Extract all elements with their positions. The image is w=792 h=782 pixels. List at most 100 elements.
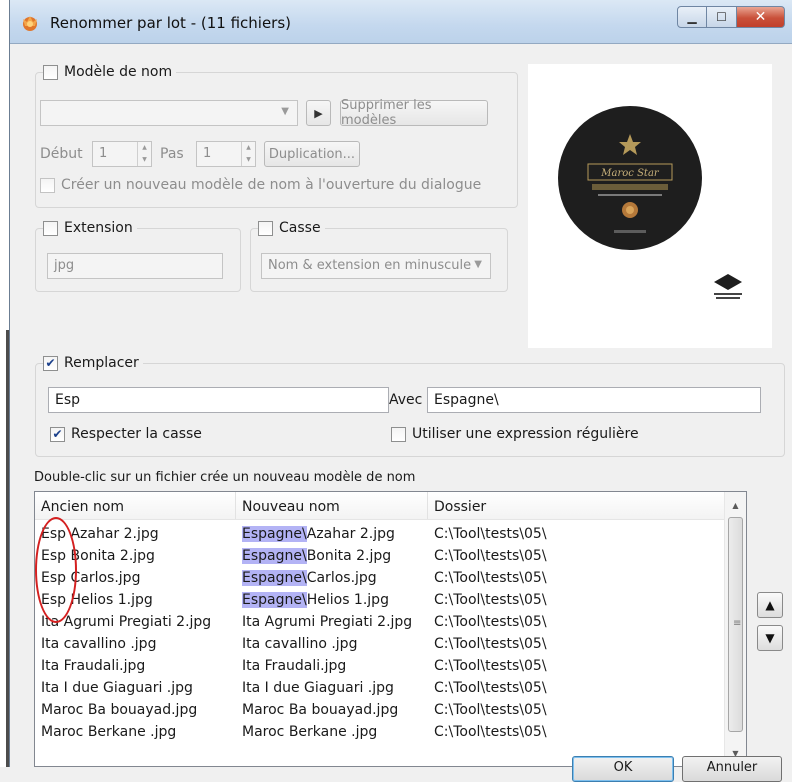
scrollbar-thumb[interactable]: ≡ xyxy=(728,517,743,732)
table-row[interactable]: Ita Fraudali.jpg Ita Fraudali.jpg C:\Tool\… xyxy=(35,655,725,677)
start-input[interactable]: 1 ▲ ▼ xyxy=(92,141,152,167)
folder-cell: C:\Tool\tests\05\ xyxy=(434,702,547,718)
case-toggle[interactable]: Casse xyxy=(258,220,325,236)
extension-checkbox[interactable] xyxy=(43,220,58,236)
match-case-option[interactable]: ✔ Respecter la casse xyxy=(50,426,202,442)
create-template-label: Créer un nouveau modèle de nom à l'ouver… xyxy=(61,177,482,193)
close-icon: ✕ xyxy=(754,9,767,25)
delete-templates-button[interactable]: Supprimer les modèles xyxy=(340,98,488,128)
new-name-cell: Espagne\Bonita 2.jpg xyxy=(236,545,428,567)
replace-input[interactable]: Espagne\ xyxy=(427,387,761,413)
batch-rename-dialog: Renommer par lot - (11 fichiers) ▁ ☐ ✕ M… xyxy=(9,0,792,782)
file-list-scrollbar[interactable]: ▲ ≡ ▼ xyxy=(724,492,746,766)
table-row[interactable]: Ita cavallino .jpg Ita cavallino .jpg C:\T… xyxy=(35,633,725,655)
window-title: Renommer par lot - (11 fichiers) xyxy=(50,14,292,32)
table-row[interactable]: Esp Carlos.jpg Espagne\Carlos.jpg C:\Tool\… xyxy=(35,567,725,589)
folder-cell: C:\Tool\tests\05\ xyxy=(434,724,547,740)
with-label: Avec xyxy=(389,392,423,408)
start-label: Début xyxy=(40,146,83,162)
arrow-down-icon: ▼ xyxy=(765,631,775,645)
folder-cell: C:\Tool\tests\05\ xyxy=(434,680,547,696)
regex-checkbox[interactable] xyxy=(391,426,406,442)
step-spinner[interactable]: ▲ ▼ xyxy=(241,142,255,166)
folder-cell: C:\Tool\tests\05\ xyxy=(434,526,547,542)
move-up-button[interactable]: ▲ xyxy=(757,592,783,618)
case-select[interactable]: Nom & extension en minuscule ▼ xyxy=(261,253,491,279)
title-bar[interactable]: Renommer par lot - (11 fichiers) ▁ ☐ ✕ xyxy=(10,0,792,44)
arrow-up-icon: ▲ xyxy=(765,598,775,612)
close-button[interactable]: ✕ xyxy=(737,6,785,28)
spin-down-icon: ▼ xyxy=(142,156,147,163)
old-name-cell: Maroc Berkane .jpg xyxy=(41,724,177,740)
start-spinner[interactable]: ▲ ▼ xyxy=(137,142,151,166)
preview-logo-text: Maroc Star xyxy=(600,168,660,179)
cancel-button[interactable]: Annuler xyxy=(682,756,782,782)
create-template-checkbox[interactable] xyxy=(40,177,55,193)
column-header-old-name[interactable]: Ancien nom xyxy=(35,492,236,519)
new-name-cell: Ita I due Giaguari .jpg xyxy=(236,677,428,699)
name-template-label: Modèle de nom xyxy=(64,64,173,80)
new-name-text: Maroc Berkane .jpg xyxy=(242,724,378,740)
spin-up-icon: ▲ xyxy=(246,144,251,151)
old-name-cell: Esp Helios 1.jpg xyxy=(41,592,153,608)
template-select[interactable]: ▼ xyxy=(40,100,298,126)
new-name-cell: Ita Agrumi Pregiati 2.jpg xyxy=(236,611,428,633)
maximize-icon: ☐ xyxy=(716,10,727,24)
new-name-text: Ita Agrumi Pregiati 2.jpg xyxy=(242,614,413,630)
old-name-cell: Esp Carlos.jpg xyxy=(41,570,141,586)
table-row[interactable]: Esp Helios 1.jpg Espagne\Helios 1.jpg C:\T… xyxy=(35,589,725,611)
file-list[interactable]: Ancien nom Nouveau nom Dossier Esp Azaha… xyxy=(34,491,747,767)
column-header-new-name[interactable]: Nouveau nom xyxy=(236,492,428,519)
minimize-button[interactable]: ▁ xyxy=(677,6,707,28)
file-list-header: Ancien nom Nouveau nom Dossier xyxy=(35,492,725,520)
table-row[interactable]: Esp Bonita 2.jpg Espagne\Bonita 2.jpg C:\T… xyxy=(35,545,725,567)
preview-image: Maroc Star xyxy=(558,106,742,299)
new-name-text: Helios 1.jpg xyxy=(306,592,389,608)
replaced-text-highlight: Espagne\ xyxy=(242,526,307,542)
image-preview: Maroc Star xyxy=(528,64,772,348)
table-row[interactable]: Esp Azahar 2.jpg Espagne\Azahar 2.jpg C:\T… xyxy=(35,523,725,545)
table-row[interactable]: Maroc Berkane .jpg Maroc Berkane .jpg C:\T… xyxy=(35,721,725,743)
folder-cell: C:\Tool\tests\05\ xyxy=(434,570,547,586)
maximize-button[interactable]: ☐ xyxy=(707,6,737,28)
name-template-toggle[interactable]: Modèle de nom xyxy=(43,64,177,80)
duplication-button[interactable]: Duplication... xyxy=(264,141,360,167)
replace-label: Remplacer xyxy=(64,355,139,371)
ok-button[interactable]: OK xyxy=(572,756,674,782)
replaced-text-highlight: Espagne\ xyxy=(242,548,307,564)
case-checkbox[interactable] xyxy=(258,220,273,236)
extension-input[interactable]: jpg xyxy=(47,253,223,279)
new-name-cell: Espagne\Azahar 2.jpg xyxy=(236,523,428,545)
new-name-text: Ita Fraudali.jpg xyxy=(242,658,347,674)
folder-cell: C:\Tool\tests\05\ xyxy=(434,592,547,608)
scroll-up-icon[interactable]: ▲ xyxy=(725,494,746,516)
regex-label: Utiliser une expression régulière xyxy=(412,426,639,442)
move-down-button[interactable]: ▼ xyxy=(757,625,783,651)
replaced-text-highlight: Espagne\ xyxy=(242,570,307,586)
column-header-folder[interactable]: Dossier xyxy=(428,492,725,519)
step-input[interactable]: 1 ▲ ▼ xyxy=(196,141,256,167)
replace-checkbox[interactable]: ✔ xyxy=(43,355,58,371)
old-name-cell: Maroc Ba bouayad.jpg xyxy=(41,702,198,718)
search-input[interactable]: Esp xyxy=(48,387,389,413)
new-name-text: Ita I due Giaguari .jpg xyxy=(242,680,394,696)
old-name-cell: Esp Azahar 2.jpg xyxy=(41,526,159,542)
new-name-text: Maroc Ba bouayad.jpg xyxy=(242,702,399,718)
table-row[interactable]: Maroc Ba bouayad.jpg Maroc Ba bouayad.jpg… xyxy=(35,699,725,721)
regex-option[interactable]: Utiliser une expression régulière xyxy=(391,426,639,442)
extension-toggle[interactable]: Extension xyxy=(43,220,137,236)
name-template-checkbox[interactable] xyxy=(43,64,58,80)
replace-toggle[interactable]: ✔ Remplacer xyxy=(43,355,143,371)
match-case-label: Respecter la casse xyxy=(71,426,202,442)
new-name-cell: Ita Fraudali.jpg xyxy=(236,655,428,677)
play-template-button[interactable]: ▶ xyxy=(306,100,331,126)
folder-cell: C:\Tool\tests\05\ xyxy=(434,614,547,630)
grip-icon: ≡ xyxy=(733,618,742,629)
table-row[interactable]: Ita Agrumi Pregiati 2.jpg Ita Agrumi Preg… xyxy=(35,611,725,633)
table-row[interactable]: Ita I due Giaguari .jpg Ita I due Giaguar… xyxy=(35,677,725,699)
spin-down-icon: ▼ xyxy=(246,156,251,163)
create-template-option[interactable]: Créer un nouveau modèle de nom à l'ouver… xyxy=(40,177,481,193)
chevron-down-icon: ▼ xyxy=(281,106,289,117)
double-click-hint: Double-clic sur un fichier crée un nouve… xyxy=(34,470,416,485)
match-case-checkbox[interactable]: ✔ xyxy=(50,426,65,442)
